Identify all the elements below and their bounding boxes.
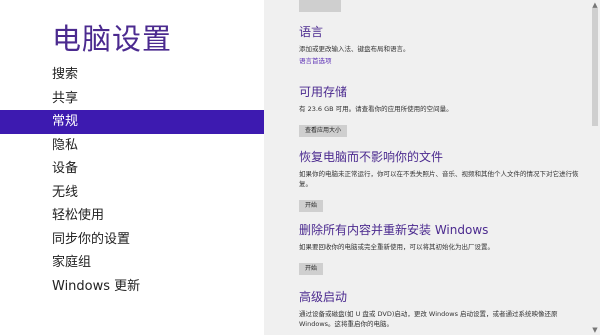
- refresh-start-button[interactable]: 开始: [299, 200, 324, 212]
- scrollbar-thumb[interactable]: [592, 8, 598, 126]
- section-advanced-startup-desc: 通过设备或磁盘(如 U 盘或 DVD)启动，更改 Windows 启动设置，或者…: [299, 310, 558, 328]
- section-refresh-desc: 如果你的电脑未正常运行，你可以在不丢失照片、音乐、视频和其他个人文件的情况下对它…: [299, 170, 579, 188]
- section-reset-title: 删除所有内容并重新安装 Windows: [299, 223, 489, 237]
- top-remnant-button-section: [299, 0, 341, 16]
- nav-item-share[interactable]: 共享: [0, 87, 264, 111]
- nav-item-search[interactable]: 搜索: [0, 63, 264, 87]
- nav-item-ease-of-access[interactable]: 轻松使用: [0, 204, 264, 228]
- right-pane: 语言 添加或更改输入法、键盘布局和语言。 语言首选项 可用存储 有 23.6 G…: [264, 0, 600, 335]
- nav-item-wireless[interactable]: 无线: [0, 181, 264, 205]
- nav-item-privacy[interactable]: 隐私: [0, 134, 264, 158]
- section-storage-desc: 有 23.6 GB 可用。请查看你的应用所使用的空间量。: [299, 105, 453, 113]
- language-preferences-link[interactable]: 语言首选项: [299, 55, 569, 65]
- section-language: 语言 添加或更改输入法、键盘布局和语言。 语言首选项: [299, 23, 569, 65]
- nav-item-sync-settings[interactable]: 同步你的设置: [0, 228, 264, 252]
- section-refresh-title: 恢复电脑而不影响你的文件: [299, 150, 444, 164]
- section-advanced-startup: 高级启动 通过设备或磁盘(如 U 盘或 DVD)启动，更改 Windows 启动…: [299, 288, 569, 329]
- section-storage: 可用存储 有 23.6 GB 可用。请查看你的应用所使用的空间量。 查看应用大小: [299, 83, 569, 137]
- pc-settings-window: 电脑设置 搜索 共享 常规 隐私 设备 无线 轻松使用 同步你的设置 家庭组 W…: [0, 0, 600, 335]
- section-reset-desc: 如果要回收你的电脑或完全重新使用，可以将其初始化为出厂设置。: [299, 243, 494, 251]
- nav-item-homegroup[interactable]: 家庭组: [0, 251, 264, 275]
- section-storage-title: 可用存储: [299, 85, 348, 99]
- vertical-scrollbar[interactable]: ▲ ▼: [590, 0, 600, 335]
- view-app-sizes-button[interactable]: 查看应用大小: [299, 125, 348, 137]
- left-pane: 电脑设置 搜索 共享 常规 隐私 设备 无线 轻松使用 同步你的设置 家庭组 W…: [0, 0, 264, 335]
- page-title: 电脑设置: [52, 22, 173, 56]
- settings-nav: 搜索 共享 常规 隐私 设备 无线 轻松使用 同步你的设置 家庭组 Window…: [0, 63, 264, 298]
- section-advanced-startup-title: 高级启动: [299, 290, 348, 304]
- top-remnant-button[interactable]: [299, 0, 341, 12]
- scroll-down-arrow-icon[interactable]: ▼: [590, 325, 600, 335]
- nav-item-windows-update[interactable]: Windows 更新: [0, 275, 264, 299]
- section-language-title: 语言: [299, 25, 324, 39]
- section-language-desc: 添加或更改输入法、键盘布局和语言。: [299, 45, 410, 53]
- reset-start-button[interactable]: 开始: [299, 263, 324, 275]
- nav-item-general[interactable]: 常规: [0, 110, 264, 134]
- nav-item-devices[interactable]: 设备: [0, 157, 264, 181]
- section-reset-pc: 删除所有内容并重新安装 Windows 如果要回收你的电脑或完全重新使用，可以将…: [299, 221, 579, 275]
- section-refresh-pc: 恢复电脑而不影响你的文件 如果你的电脑未正常运行，你可以在不丢失照片、音乐、视频…: [299, 148, 579, 212]
